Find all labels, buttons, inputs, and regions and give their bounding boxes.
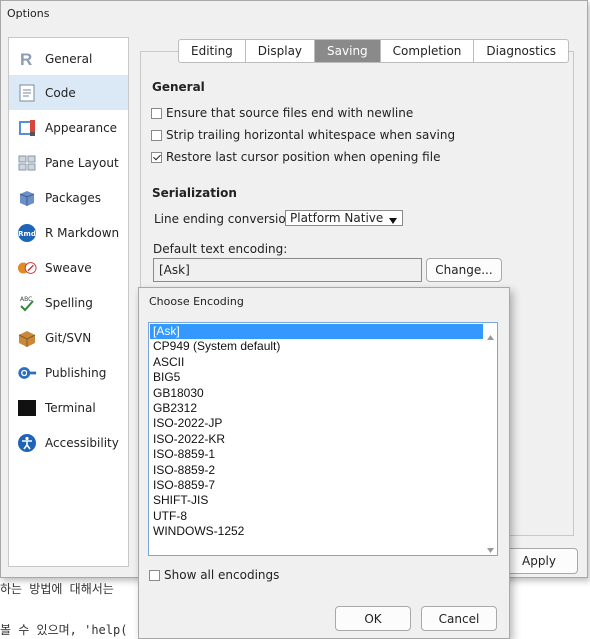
checkbox-box[interactable] [151,151,162,163]
encoding-item[interactable]: UTF-8 [150,509,483,524]
sidebar-item-publishing[interactable]: Publishing [9,355,128,390]
encoding-item[interactable]: WINDOWS-1252 [150,524,483,539]
dropdown-arrow-icon [389,214,397,228]
encoding-item[interactable]: ISO-8859-7 [150,478,483,493]
sidebar-item-packages[interactable]: Packages [9,180,128,215]
sidebar-item-label: Appearance [45,120,118,135]
dialog-title: Choose Encoding [149,295,244,308]
encoding-item[interactable]: CP949 (System default) [150,339,483,354]
general-heading: General [152,80,205,94]
sidebar-item-label: R Markdown [45,225,120,240]
encoding-item[interactable]: ISO-8859-1 [150,447,483,462]
sidebar-item-appearance[interactable]: Appearance [9,110,128,145]
appearance-icon [17,118,37,138]
encoding-item[interactable]: ASCII [150,355,483,370]
encoding-item[interactable]: SHIFT-JIS [150,493,483,508]
encoding-item[interactable]: ISO-2022-KR [150,432,483,447]
encoding-item[interactable]: ISO-2022-JP [150,416,483,431]
scroll-up-icon[interactable] [487,329,494,343]
sidebar-item-label: Accessibility [45,435,119,450]
sidebar-item-label: Sweave [45,260,92,275]
packages-icon [17,188,37,208]
tab-saving[interactable]: Saving [315,39,381,63]
scroll-down-icon[interactable] [487,542,494,555]
rmd-icon: Rmd [17,223,37,243]
tab-completion[interactable]: Completion [380,39,475,63]
accessibility-icon [17,433,37,453]
cancel-button[interactable]: Cancel [421,606,497,631]
sidebar-item-label: Packages [45,190,101,205]
choose-encoding-dialog: Choose Encoding [Ask] CP949 (System defa… [138,287,510,639]
sidebar-item-label: Terminal [45,400,96,415]
change-encoding-button[interactable]: Change... [426,258,502,282]
checkbox-label: Ensure that source files end with newlin… [166,106,414,120]
spelling-icon: ABC [17,293,37,313]
pane-layout-icon [17,153,37,173]
restore-cursor-checkbox[interactable]: Restore last cursor position when openin… [151,150,440,164]
sidebar-item-pane-layout[interactable]: Pane Layout [9,145,128,180]
sidebar-item-label: Spelling [45,295,93,310]
sidebar-item-accessibility[interactable]: Accessibility [9,425,128,460]
show-all-encodings-checkbox[interactable]: Show all encodings [149,568,279,582]
tab-editing[interactable]: Editing [178,39,246,63]
checkbox-label: Strip trailing horizontal whitespace whe… [166,128,456,142]
line-ending-select[interactable]: Platform Native [285,210,403,226]
checkbox-box[interactable] [149,569,160,581]
sidebar-item-label: Git/SVN [45,330,92,345]
sidebar-item-git-svn[interactable]: Git/SVN [9,320,128,355]
terminal-icon [17,398,37,418]
encoding-item[interactable]: GB2312 [150,401,483,416]
r-logo-icon: R [17,49,37,69]
window-title: Options [7,7,50,20]
line-ending-value: Platform Native [290,211,384,225]
svg-text:ABC: ABC [20,296,32,303]
tab-display[interactable]: Display [245,39,316,63]
ensure-newline-checkbox[interactable]: Ensure that source files end with newlin… [151,106,413,120]
list-scrollbar[interactable] [483,323,497,555]
encoding-item[interactable]: BIG5 [150,370,483,385]
sidebar-item-label: Pane Layout [45,155,119,170]
checkbox-label: Show all encodings [164,568,280,582]
encoding-item[interactable]: ISO-8859-2 [150,463,483,478]
encoding-field[interactable]: [Ask] [153,258,422,282]
console-text-line-2: 볼 수 있으며, 'help( [0,623,128,637]
sidebar-item-code[interactable]: Code [9,75,128,110]
sidebar-item-label: Publishing [45,365,107,380]
tab-diagnostics[interactable]: Diagnostics [474,39,570,63]
sidebar-item-label: General [45,51,93,66]
git-svn-icon [17,328,37,348]
checkbox-box[interactable] [151,107,162,119]
encoding-item[interactable]: GB18030 [150,386,483,401]
sweave-icon [17,258,37,278]
options-sidebar: R General Code Appearance Pane Layout Pa… [8,37,129,567]
encoding-item[interactable]: [Ask] [150,324,483,340]
svg-text:R: R [20,50,32,69]
strip-whitespace-checkbox[interactable]: Strip trailing horizontal whitespace whe… [151,128,455,142]
checkbox-box[interactable] [151,129,162,141]
console-text-line-1: 하는 방법에 대해서는 [0,582,114,596]
sidebar-item-spelling[interactable]: ABC Spelling [9,285,128,320]
sidebar-item-label: Code [45,85,76,100]
encoding-list[interactable]: [Ask] CP949 (System default) ASCII BIG5 … [148,322,498,556]
ok-button[interactable]: OK [335,606,411,631]
publishing-icon [17,363,37,383]
options-tabs: Editing Display Saving Completion Diagno… [178,39,570,64]
sidebar-item-sweave[interactable]: Sweave [9,250,128,285]
code-document-icon [17,83,37,103]
checkbox-label: Restore last cursor position when openin… [166,150,441,164]
sidebar-item-terminal[interactable]: Terminal [9,390,128,425]
sidebar-item-r-markdown[interactable]: Rmd R Markdown [9,215,128,250]
encoding-label: Default text encoding: [153,242,288,256]
svg-text:Rmd: Rmd [18,230,36,238]
serialization-heading: Serialization [152,186,237,200]
sidebar-item-general[interactable]: R General [9,41,128,76]
apply-button[interactable]: Apply [500,548,578,574]
line-ending-label: Line ending conversion: [154,212,298,226]
